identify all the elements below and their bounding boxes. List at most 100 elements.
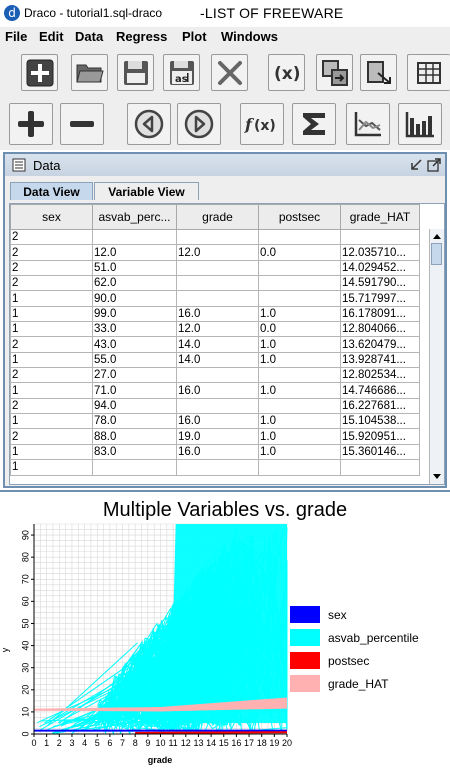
table-cell[interactable] (176, 259, 259, 277)
import-button[interactable] (360, 54, 397, 91)
table-cell[interactable]: 51.0 (92, 259, 177, 277)
table-cell[interactable]: 2 (10, 228, 93, 246)
menu-file[interactable]: File (5, 29, 27, 44)
table-cell[interactable]: 12.0 (92, 244, 177, 261)
table-row[interactable]: 2 62.0 14.591790... (10, 275, 420, 292)
table-row[interactable]: 2 88.0 19.0 1.0 15.920951... (10, 428, 420, 445)
save-button[interactable] (117, 54, 154, 91)
new-button[interactable] (21, 54, 58, 91)
table-cell[interactable] (258, 290, 341, 307)
table-cell[interactable]: 14.746686... (340, 382, 420, 399)
table-row[interactable]: 1 33.0 12.0 0.0 12.804066... (10, 321, 420, 338)
table-cell[interactable]: 1 (10, 351, 93, 369)
table-cell[interactable]: 12.804066... (340, 321, 420, 338)
table-row[interactable]: 2 51.0 14.029452... (10, 259, 420, 277)
table-row[interactable]: 1 90.0 15.717997... (10, 290, 420, 307)
column-header-grade[interactable]: grade (176, 204, 259, 230)
table-cell[interactable]: 90.0 (92, 290, 177, 307)
menu-plot[interactable]: Plot (182, 29, 207, 44)
sum-button[interactable] (292, 103, 336, 145)
table-cell[interactable]: 14.029452... (340, 259, 420, 277)
table-cell[interactable] (92, 228, 177, 246)
table-cell[interactable] (258, 459, 341, 476)
table-cell[interactable]: 12.035710... (340, 244, 420, 261)
table-row[interactable]: 1 83.0 16.0 1.0 15.360146... (10, 443, 420, 461)
table-cell[interactable]: 13.928741... (340, 351, 420, 369)
table-cell[interactable]: 0.0 (258, 244, 341, 261)
table-cell[interactable]: 16.0 (176, 305, 259, 323)
table-cell[interactable]: 78.0 (92, 413, 177, 430)
add-button[interactable] (9, 103, 53, 145)
open-button[interactable] (71, 54, 108, 91)
table-row[interactable]: 1 (10, 459, 420, 476)
column-header-asvab[interactable]: asvab_perc... (92, 204, 177, 230)
column-header-grade-hat[interactable]: grade_HAT (340, 204, 420, 230)
table-row[interactable]: 1 71.0 16.0 1.0 14.746686... (10, 382, 420, 399)
table-row[interactable]: 2 12.0 12.0 0.0 12.035710... (10, 244, 420, 261)
table-cell[interactable] (176, 397, 259, 415)
table-cell[interactable] (92, 459, 177, 476)
table-cell[interactable] (176, 290, 259, 307)
table-cell[interactable]: 16.178091... (340, 305, 420, 323)
table-cell[interactable]: 14.591790... (340, 275, 420, 292)
minimize-panel-icon[interactable] (409, 158, 423, 172)
table-cell[interactable]: 2 (10, 428, 93, 445)
table-cell[interactable]: 16.227681... (340, 397, 420, 415)
table-cell[interactable]: 1 (10, 459, 93, 476)
table-cell[interactable]: 1 (10, 382, 93, 399)
table-cell[interactable]: 33.0 (92, 321, 177, 338)
table-cell[interactable]: 55.0 (92, 351, 177, 369)
close-button[interactable] (211, 54, 248, 91)
table-cell[interactable]: 1.0 (258, 443, 341, 461)
maximize-panel-icon[interactable] (427, 158, 441, 172)
table-cell[interactable] (258, 275, 341, 292)
table-cell[interactable]: 1 (10, 321, 93, 338)
table-row[interactable]: 1 99.0 16.0 1.0 16.178091... (10, 305, 420, 323)
table-row[interactable]: 1 55.0 14.0 1.0 13.928741... (10, 351, 420, 369)
column-header-sex[interactable]: sex (10, 204, 93, 230)
menu-edit[interactable]: Edit (39, 29, 64, 44)
table-cell[interactable]: 12.0 (176, 244, 259, 261)
table-cell[interactable]: 2 (10, 244, 93, 261)
table-cell[interactable]: 83.0 (92, 443, 177, 461)
table-cell[interactable]: 1.0 (258, 413, 341, 430)
table-row[interactable]: 2 (10, 228, 420, 246)
table-vertical-scrollbar[interactable] (429, 229, 444, 484)
table-cell[interactable] (258, 397, 341, 415)
table-cell[interactable]: 15.360146... (340, 443, 420, 461)
table-cell[interactable] (340, 228, 420, 246)
scroll-down-icon[interactable] (432, 473, 442, 481)
table-row[interactable]: 2 43.0 14.0 1.0 13.620479... (10, 336, 420, 353)
table-cell[interactable]: 14.0 (176, 351, 259, 369)
table-cell[interactable]: 15.104538... (340, 413, 420, 430)
table-cell[interactable]: 1 (10, 443, 93, 461)
table-row[interactable]: 2 94.0 16.227681... (10, 397, 420, 415)
menu-regress[interactable]: Regress (116, 29, 167, 44)
table-cell[interactable]: 1 (10, 290, 93, 307)
table-cell[interactable]: 14.0 (176, 336, 259, 353)
table-cell[interactable]: 16.0 (176, 443, 259, 461)
table-cell[interactable] (258, 367, 341, 384)
table-cell[interactable]: 16.0 (176, 382, 259, 399)
line-chart-button[interactable] (346, 103, 390, 145)
table-cell[interactable]: 94.0 (92, 397, 177, 415)
table-cell[interactable] (176, 459, 259, 476)
table-cell[interactable]: 19.0 (176, 428, 259, 445)
table-cell[interactable] (176, 275, 259, 292)
spreadsheet-button[interactable] (407, 54, 450, 91)
table-cell[interactable]: 1 (10, 413, 93, 430)
previous-button[interactable] (127, 103, 171, 145)
table-cell[interactable]: 1.0 (258, 382, 341, 399)
table-cell[interactable]: 16.0 (176, 413, 259, 430)
table-cell[interactable]: 2 (10, 367, 93, 384)
table-row[interactable]: 2 27.0 12.802534... (10, 367, 420, 384)
table-cell[interactable] (176, 228, 259, 246)
table-cell[interactable]: 1.0 (258, 305, 341, 323)
bar-chart-button[interactable] (398, 103, 442, 145)
table-cell[interactable]: 0.0 (258, 321, 341, 338)
menu-windows[interactable]: Windows (221, 29, 278, 44)
table-cell[interactable]: 1.0 (258, 428, 341, 445)
next-button[interactable] (177, 103, 221, 145)
table-cell[interactable]: 1.0 (258, 336, 341, 353)
table-cell[interactable]: 2 (10, 275, 93, 292)
